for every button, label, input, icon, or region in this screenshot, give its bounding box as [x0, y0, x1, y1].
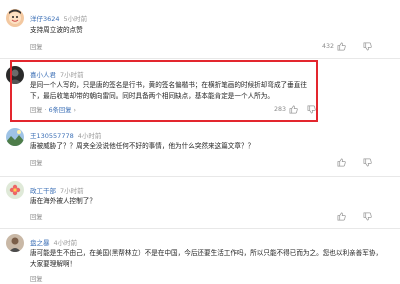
timestamp: 7小时前	[60, 71, 84, 79]
comment-item: 洋仔3624 5小时前 支持周立波的点赞 回复 432	[0, 0, 400, 58]
timestamp: 4小时前	[77, 132, 102, 140]
divider	[0, 176, 400, 177]
divider	[0, 58, 400, 59]
thumbs-down-icon[interactable]	[307, 105, 316, 114]
username[interactable]: 喜小人君	[30, 71, 56, 79]
avatar-person-icon	[6, 234, 24, 252]
reply-button[interactable]: 回复	[30, 274, 43, 283]
username[interactable]: 洋仔3624	[30, 15, 60, 23]
comment-item: 盘之暴 4小时前 唐可能是生不由己，在美国(黑帮林立）不是在中国，今后还要生活工作…	[0, 230, 400, 284]
reply-button[interactable]: 回复	[30, 42, 43, 51]
avatar[interactable]	[6, 66, 24, 84]
chevron-right-icon[interactable]: ›	[72, 107, 77, 114]
reply-button[interactable]: 回复	[30, 158, 43, 167]
avatar-landscape-icon	[6, 128, 24, 146]
divider	[0, 228, 400, 229]
thumbs-up-icon[interactable]	[289, 105, 298, 114]
reply-button[interactable]: 回复	[30, 107, 43, 114]
reply-count-link[interactable]: 6条回复	[49, 107, 72, 114]
avatar[interactable]	[6, 181, 24, 199]
avatar-cartoon-icon	[6, 9, 24, 27]
comment-text: 是同一个人写的，只是唐的签名是行书，黄的签名偏楷书；在横折笔画的时候折却弯成了垂…	[30, 81, 307, 100]
comment-text: 支持周立波的点赞	[30, 26, 83, 34]
username[interactable]: 盘之暴	[30, 239, 50, 247]
thumbs-down-icon[interactable]	[363, 212, 372, 221]
like-count: 283	[273, 106, 286, 113]
thumbs-down-icon[interactable]	[363, 158, 372, 167]
comment-text: 唐可能是生不由己，在美国(黑帮林立）不是在中国，今后还要生活工作吗，所以只能不得…	[30, 249, 383, 268]
reply-button[interactable]: 回复	[30, 212, 43, 221]
username[interactable]: 王130557778	[30, 132, 74, 140]
avatar[interactable]	[6, 9, 24, 27]
timestamp: 7小时前	[60, 187, 84, 195]
avatar[interactable]	[6, 128, 24, 146]
comment-item-highlighted: 喜小人君 7小时前 是同一个人写的，只是唐的签名是行书，黄的签名偏楷书；在横折笔画…	[0, 60, 400, 122]
timestamp: 5小时前	[63, 15, 88, 23]
avatar[interactable]	[6, 234, 24, 252]
comment-text: 唐在海外被人控制了？	[30, 197, 96, 205]
comment-item: 政工干部 7小时前 唐在海外被人控制了？ 回复	[0, 178, 400, 228]
avatar-flower-icon	[6, 181, 24, 199]
thumbs-up-icon[interactable]	[337, 158, 346, 167]
like-count: 432	[321, 43, 334, 50]
username[interactable]: 政工干部	[30, 187, 56, 195]
comment-text: 唐被威胁了？？周夹全没说他任何不好的事情，他为什么突然来这篇文章？？	[30, 142, 255, 150]
comment-item: 王130557778 4小时前 唐被威胁了？？周夹全没说他任何不好的事情，他为什么…	[0, 126, 400, 176]
thumbs-down-icon[interactable]	[363, 42, 372, 51]
timestamp: 4小时前	[53, 239, 78, 247]
thumbs-up-icon[interactable]	[337, 212, 346, 221]
avatar-dark-portrait-icon	[6, 66, 24, 84]
thumbs-up-icon[interactable]	[337, 42, 346, 51]
